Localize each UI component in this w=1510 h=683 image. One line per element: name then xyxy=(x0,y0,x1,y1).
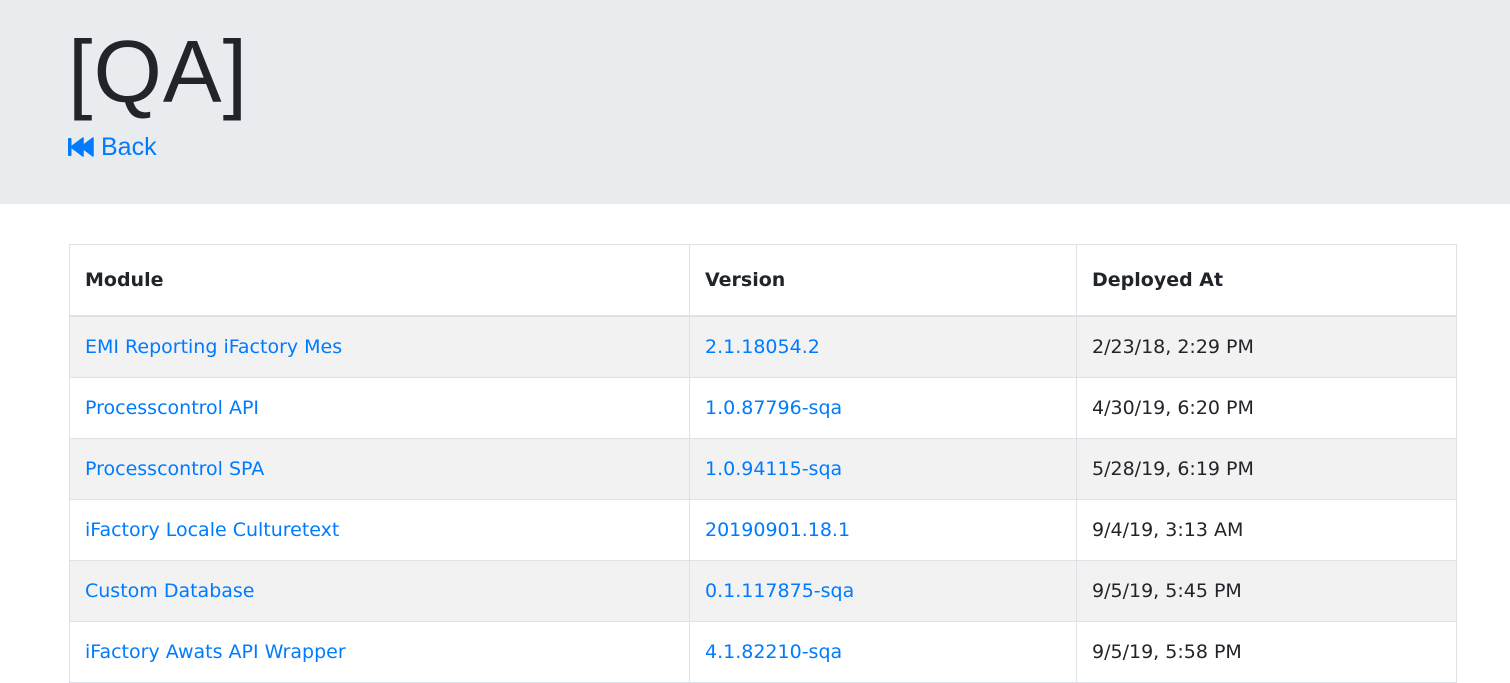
module-link[interactable]: Processcontrol API xyxy=(85,397,259,419)
module-link[interactable]: iFactory Awats API Wrapper xyxy=(85,641,346,663)
module-cell: Processcontrol SPA xyxy=(69,438,690,500)
column-header-deployed-at: Deployed At xyxy=(1076,244,1457,317)
module-link[interactable]: Custom Database xyxy=(85,580,255,602)
version-link[interactable]: 0.1.117875-sqa xyxy=(705,580,854,602)
module-link[interactable]: Processcontrol SPA xyxy=(85,458,264,480)
module-link[interactable]: EMI Reporting iFactory Mes xyxy=(85,336,342,358)
table-row: EMI Reporting iFactory Mes 2.1.18054.2 2… xyxy=(69,315,1457,378)
fast-backward-icon xyxy=(68,137,101,157)
deployed-at-cell: 9/4/19, 3:13 AM xyxy=(1076,499,1457,561)
column-header-module: Module xyxy=(69,244,690,317)
back-link[interactable]: Back xyxy=(68,131,157,163)
version-link[interactable]: 2.1.18054.2 xyxy=(705,336,820,358)
deployed-at-cell: 4/30/19, 6:20 PM xyxy=(1076,377,1457,439)
table-row: Processcontrol SPA 1.0.94115-sqa 5/28/19… xyxy=(69,438,1457,500)
deployments-table-container: Module Version Deployed At EMI Reporting… xyxy=(69,244,1457,683)
module-cell: Custom Database xyxy=(69,560,690,622)
column-header-version: Version xyxy=(689,244,1077,317)
back-label: Back xyxy=(101,132,157,161)
version-link[interactable]: 1.0.87796-sqa xyxy=(705,397,842,419)
version-cell: 4.1.82210-sqa xyxy=(689,621,1077,683)
module-cell: iFactory Locale Culturetext xyxy=(69,499,690,561)
deployed-at-cell: 5/28/19, 6:19 PM xyxy=(1076,438,1457,500)
version-link[interactable]: 1.0.94115-sqa xyxy=(705,458,842,480)
table-header-row: Module Version Deployed At xyxy=(69,244,1457,317)
header-banner: [QA] Back xyxy=(0,0,1510,204)
module-link[interactable]: iFactory Locale Culturetext xyxy=(85,519,339,541)
version-cell: 1.0.94115-sqa xyxy=(689,438,1077,500)
version-link[interactable]: 20190901.18.1 xyxy=(705,519,850,541)
table-row: iFactory Awats API Wrapper 4.1.82210-sqa… xyxy=(69,621,1457,683)
deployed-at-cell: 2/23/18, 2:29 PM xyxy=(1076,315,1457,378)
table-row: iFactory Locale Culturetext 20190901.18.… xyxy=(69,499,1457,561)
page-title: [QA] xyxy=(68,22,249,121)
deployed-at-cell: 9/5/19, 5:45 PM xyxy=(1076,560,1457,622)
version-cell: 1.0.87796-sqa xyxy=(689,377,1077,439)
table-row: Custom Database 0.1.117875-sqa 9/5/19, 5… xyxy=(69,560,1457,622)
module-cell: EMI Reporting iFactory Mes xyxy=(69,315,690,378)
module-cell: Processcontrol API xyxy=(69,377,690,439)
version-link[interactable]: 4.1.82210-sqa xyxy=(705,641,842,663)
version-cell: 2.1.18054.2 xyxy=(689,315,1077,378)
deployed-at-cell: 9/5/19, 5:58 PM xyxy=(1076,621,1457,683)
version-cell: 20190901.18.1 xyxy=(689,499,1077,561)
deployments-table: Module Version Deployed At EMI Reporting… xyxy=(69,244,1457,683)
version-cell: 0.1.117875-sqa xyxy=(689,560,1077,622)
module-cell: iFactory Awats API Wrapper xyxy=(69,621,690,683)
table-row: Processcontrol API 1.0.87796-sqa 4/30/19… xyxy=(69,377,1457,439)
